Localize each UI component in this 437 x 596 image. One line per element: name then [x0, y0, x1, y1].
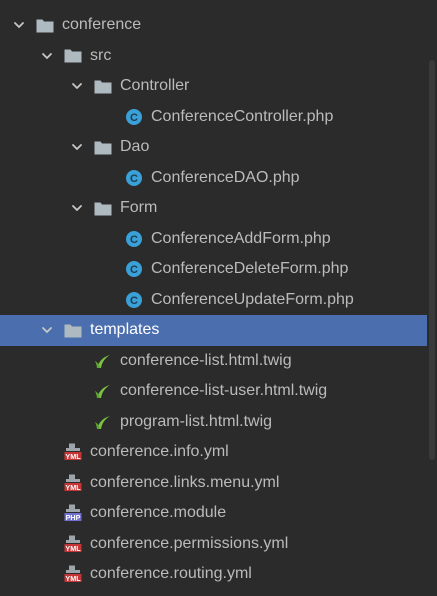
tree-item-conference-info-yml[interactable]: YML conference.info.yml [0, 437, 427, 468]
tree-item-label: program-list.html.twig [120, 412, 273, 430]
twig-icon [94, 414, 112, 430]
tree-item-conferenceaddform-php[interactable]: C ConferenceAddForm.php [0, 224, 427, 255]
tree-item-label: Form [120, 199, 158, 217]
chevron-down-icon[interactable] [70, 201, 84, 215]
folder-icon [36, 17, 54, 33]
yml-file-icon: YML [64, 443, 82, 461]
tree-item-controller[interactable]: Controller [0, 71, 427, 102]
tree-item-conference[interactable]: conference [0, 10, 427, 41]
php-class-icon: C [125, 169, 143, 187]
tree-item-conference-permissions-yml[interactable]: YML conference.permissions.yml [0, 529, 427, 560]
tree-item-form[interactable]: Form [0, 193, 427, 224]
project-tree: conference src Controller C ConferenceContro… [0, 0, 427, 590]
tree-item-label: ConferenceUpdateForm.php [151, 290, 354, 308]
tree-item-label: ConferenceAddForm.php [151, 229, 331, 247]
tree-item-label: conference.permissions.yml [90, 534, 289, 552]
project-tree-panel: conference src Controller C ConferenceContro… [0, 0, 437, 596]
scrollbar-thumb[interactable] [429, 60, 435, 460]
tree-item-conference-module[interactable]: PHP conference.module [0, 498, 427, 529]
tree-item-conferenceupdateform-php[interactable]: C ConferenceUpdateForm.php [0, 285, 427, 316]
twig-icon [94, 353, 112, 369]
tree-item-templates[interactable]: templates [0, 315, 427, 346]
php-class-icon: C [125, 260, 143, 278]
chevron-down-icon[interactable] [70, 140, 84, 154]
tree-item-conference-links-menu-yml[interactable]: YML conference.links.menu.yml [0, 468, 427, 499]
folder-icon [94, 139, 112, 155]
tree-item-label: conference-list-user.html.twig [120, 382, 328, 400]
php-class-icon: C [125, 108, 143, 126]
tree-item-label: Controller [120, 77, 190, 95]
svg-text:YML: YML [65, 483, 81, 492]
tree-item-label: conference.info.yml [90, 443, 229, 461]
tree-item-conference-list-html-twig[interactable]: conference-list.html.twig [0, 346, 427, 377]
yml-file-icon: YML [64, 565, 82, 583]
tree-item-label: src [90, 46, 112, 64]
chevron-down-icon[interactable] [12, 18, 26, 32]
tree-item-program-list-html-twig[interactable]: program-list.html.twig [0, 407, 427, 438]
svg-text:YML: YML [65, 544, 81, 553]
tree-item-label: ConferenceController.php [151, 107, 334, 125]
svg-text:C: C [130, 264, 138, 276]
tree-item-dao[interactable]: Dao [0, 132, 427, 163]
svg-text:C: C [130, 112, 138, 124]
tree-item-conferencedeleteform-php[interactable]: C ConferenceDeleteForm.php [0, 254, 427, 285]
folder-icon [64, 48, 82, 64]
folder-icon [94, 200, 112, 216]
php-file-icon: PHP [64, 504, 82, 522]
twig-icon [94, 383, 112, 399]
tree-item-label: ConferenceDeleteForm.php [151, 260, 349, 278]
folder-icon [94, 78, 112, 94]
php-class-icon: C [125, 230, 143, 248]
chevron-down-icon[interactable] [70, 79, 84, 93]
php-class-icon: C [125, 291, 143, 309]
svg-text:YML: YML [65, 574, 81, 583]
yml-file-icon: YML [64, 474, 82, 492]
svg-text:YML: YML [65, 452, 81, 461]
svg-text:C: C [130, 295, 138, 307]
vertical-scrollbar[interactable] [427, 0, 437, 596]
tree-item-label: conference.links.menu.yml [90, 473, 280, 491]
tree-item-src[interactable]: src [0, 41, 427, 72]
tree-item-label: conference.routing.yml [90, 565, 252, 583]
tree-item-label: templates [90, 321, 160, 339]
svg-text:C: C [130, 173, 138, 185]
tree-item-conference-routing-yml[interactable]: YML conference.routing.yml [0, 559, 427, 590]
tree-item-label: ConferenceDAO.php [151, 168, 300, 186]
folder-icon [64, 322, 82, 338]
yml-file-icon: YML [64, 535, 82, 553]
tree-item-conference-list-user-html-twig[interactable]: conference-list-user.html.twig [0, 376, 427, 407]
tree-item-label: Dao [120, 138, 150, 156]
tree-item-label: conference [62, 16, 142, 34]
chevron-down-icon[interactable] [40, 323, 54, 337]
tree-item-conferencecontroller-php[interactable]: C ConferenceController.php [0, 102, 427, 133]
chevron-down-icon[interactable] [40, 49, 54, 63]
tree-item-conferencedao-php[interactable]: C ConferenceDAO.php [0, 163, 427, 194]
tree-item-label: conference-list.html.twig [120, 351, 292, 369]
tree-item-label: conference.module [90, 504, 227, 522]
svg-text:C: C [130, 234, 138, 246]
svg-text:PHP: PHP [66, 513, 81, 522]
